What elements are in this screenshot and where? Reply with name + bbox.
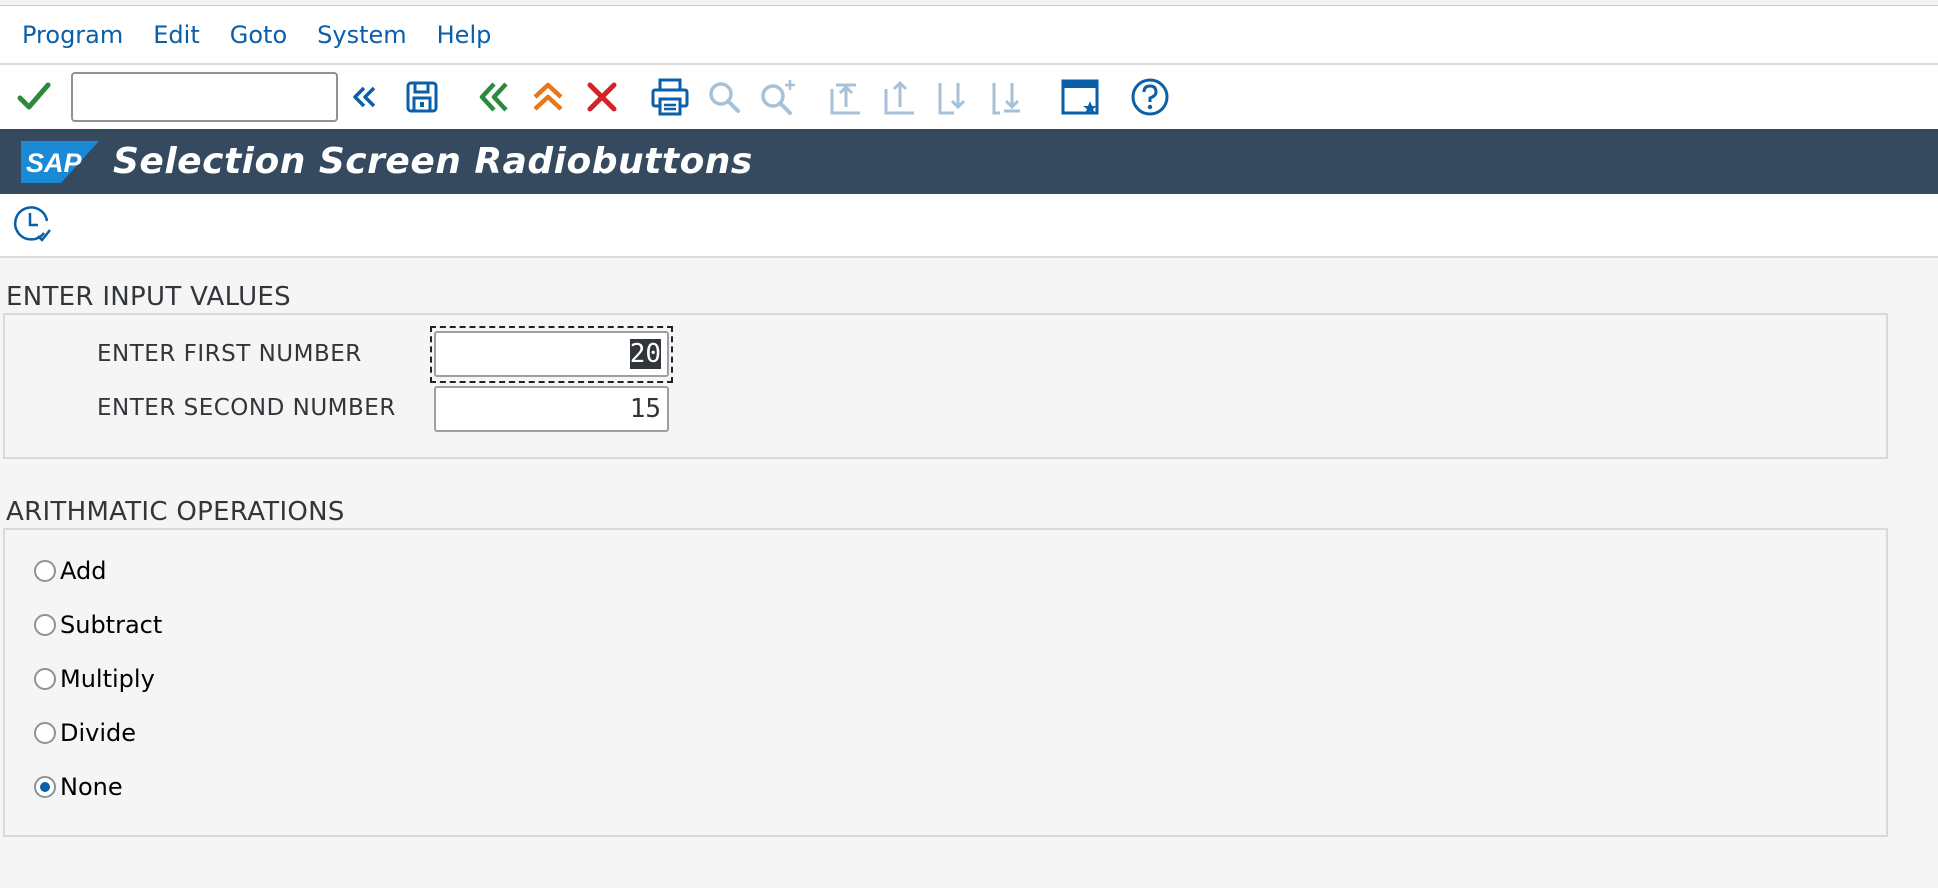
radio-multiply[interactable]: Multiply <box>34 665 155 693</box>
first-page-icon <box>824 75 868 119</box>
radio-button[interactable] <box>34 668 56 690</box>
find-next-icon <box>756 75 800 119</box>
check-icon[interactable] <box>12 75 56 119</box>
input-section-title: ENTER INPUT VALUES <box>6 282 291 312</box>
radio-button[interactable] <box>34 614 56 636</box>
first-number-input[interactable]: 20 <box>434 331 669 377</box>
radio-selected-dot <box>40 782 50 792</box>
sap-logo: SAP <box>21 140 99 183</box>
radio-label-add: Add <box>60 557 107 585</box>
help-icon[interactable] <box>1128 75 1172 119</box>
radio-none[interactable]: None <box>34 773 123 801</box>
cancel-icon[interactable] <box>580 75 624 119</box>
menu-bar: Program Edit Goto System Help <box>0 6 1938 65</box>
next-page-icon <box>932 75 976 119</box>
previous-page-icon <box>878 75 922 119</box>
radio-button[interactable] <box>34 560 56 582</box>
create-shortcut-icon[interactable] <box>1058 75 1102 119</box>
radio-subtract[interactable]: Subtract <box>34 611 162 639</box>
radio-label-subtract: Subtract <box>60 611 163 639</box>
find-icon <box>702 75 746 119</box>
print-icon[interactable] <box>648 75 692 119</box>
last-page-icon <box>986 75 1030 119</box>
exit-icon[interactable] <box>526 75 570 119</box>
first-number-label: ENTER FIRST NUMBER <box>97 341 362 367</box>
radio-label-divide: Divide <box>60 719 137 747</box>
operations-frame <box>3 528 1888 837</box>
second-number-label: ENTER SECOND NUMBER <box>97 395 396 421</box>
first-number-value: 20 <box>629 339 661 369</box>
second-number-value: 15 <box>629 394 661 424</box>
radio-divide[interactable]: Divide <box>34 719 136 747</box>
save-icon[interactable] <box>400 75 444 119</box>
title-bar: SAP Selection Screen Radiobuttons <box>0 129 1938 194</box>
application-toolbar <box>0 194 1938 258</box>
radio-add[interactable]: Add <box>34 557 106 585</box>
radio-button[interactable] <box>34 722 56 744</box>
radio-button-selected[interactable] <box>34 776 56 798</box>
back-icon[interactable] <box>472 75 516 119</box>
collapse-left-icon[interactable] <box>342 75 386 119</box>
menu-help[interactable]: Help <box>437 21 492 49</box>
menu-system[interactable]: System <box>317 21 407 49</box>
input-values-frame <box>3 313 1888 459</box>
command-field[interactable] <box>71 72 338 122</box>
radio-label-none: None <box>60 773 123 801</box>
menu-edit[interactable]: Edit <box>153 21 199 49</box>
radio-label-multiply: Multiply <box>60 665 155 693</box>
svg-text:SAP: SAP <box>26 148 83 178</box>
execute-clock-icon[interactable] <box>10 202 54 246</box>
operations-section-title: ARITHMATIC OPERATIONS <box>6 497 345 527</box>
menu-program[interactable]: Program <box>22 21 123 49</box>
menu-goto[interactable]: Goto <box>230 21 287 49</box>
page-title: Selection Screen Radiobuttons <box>113 141 753 182</box>
second-number-input[interactable]: 15 <box>434 386 669 432</box>
system-toolbar <box>0 65 1938 129</box>
